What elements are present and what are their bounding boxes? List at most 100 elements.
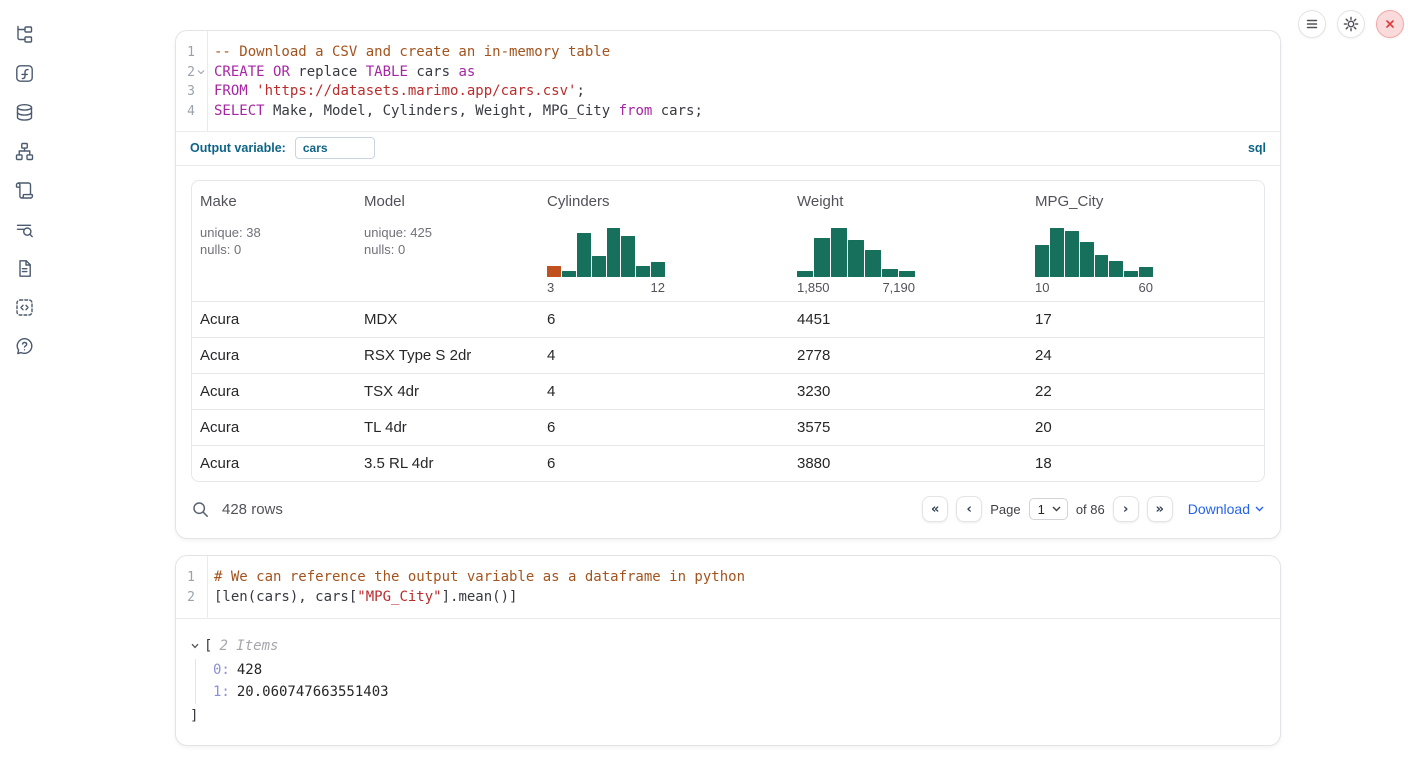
sidebar-item-functions[interactable] xyxy=(13,62,35,84)
settings-icon xyxy=(1342,15,1360,33)
fold-spacer xyxy=(197,568,205,588)
line-number: 1 xyxy=(176,43,195,63)
dependency-graph-icon xyxy=(15,142,34,161)
sidebar-item-documentation[interactable] xyxy=(13,257,35,279)
items-count-label: 2 Items xyxy=(219,636,278,657)
tree-entries: 0:4281:20.060747663551403 xyxy=(195,659,1266,704)
table-cell: Acura xyxy=(192,302,356,337)
row-count: 428 rows xyxy=(222,501,283,518)
table-body: AcuraMDX6445117AcuraRSX Type S 2dr427782… xyxy=(192,301,1264,481)
column-histogram[interactable]: 1,8507,190 xyxy=(797,225,915,295)
column-header-weight[interactable]: Weight1,8507,190 xyxy=(789,181,1027,301)
table-row[interactable]: AcuraRSX Type S 2dr4277824 xyxy=(192,337,1264,373)
table-cell: Acura xyxy=(192,338,356,373)
column-name: MPG_City xyxy=(1035,193,1256,210)
column-name: Cylinders xyxy=(547,193,781,210)
code-line[interactable]: 3FROM 'https://datasets.marimo.app/cars.… xyxy=(176,82,1280,102)
sidebar-item-help[interactable] xyxy=(13,335,35,357)
code-line[interactable]: 1-- Download a CSV and create an in-memo… xyxy=(176,43,1280,63)
column-header-model[interactable]: Modelunique: 425nulls: 0 xyxy=(356,181,539,301)
table-row[interactable]: AcuraTSX 4dr4323022 xyxy=(192,373,1264,409)
menu-icon xyxy=(1303,15,1321,33)
table-row[interactable]: Acura3.5 RL 4dr6388018 xyxy=(192,445,1264,481)
histogram-bar xyxy=(651,262,665,277)
pagination: « ‹ Page 1 of 86 › » xyxy=(922,496,1173,522)
line-number: 2 xyxy=(176,588,195,608)
sidebar-item-datasources[interactable] xyxy=(13,101,35,123)
histogram-bar xyxy=(607,228,621,277)
item-index: 1: xyxy=(213,684,230,700)
histogram-bar xyxy=(865,250,881,277)
language-badge[interactable]: sql xyxy=(1248,141,1266,155)
histogram-bar xyxy=(797,271,813,277)
table-footer: 428 rows « ‹ Page 1 of 86 › » Download xyxy=(176,482,1280,538)
open-bracket: [ xyxy=(204,636,212,657)
hist-max-label: 7,190 xyxy=(882,280,915,295)
download-button[interactable]: Download xyxy=(1188,501,1264,517)
column-header-mpg_city[interactable]: MPG_City 1060 xyxy=(1027,181,1264,301)
column-header-cylinders[interactable]: Cylinders 312 xyxy=(539,181,789,301)
table-cell: 3230 xyxy=(789,374,1027,409)
histogram-range: 1060 xyxy=(1035,280,1153,295)
table-cell: 18 xyxy=(1027,446,1264,481)
column-histogram[interactable]: 1060 xyxy=(1035,225,1153,295)
sidebar-item-snippets[interactable] xyxy=(13,296,35,318)
settings-button[interactable] xyxy=(1337,10,1365,38)
python-code-editor[interactable]: 1 # We can reference the output variable … xyxy=(176,556,1280,618)
sidebar-item-logs[interactable] xyxy=(13,179,35,201)
table-cell: 4451 xyxy=(789,302,1027,337)
next-page-button[interactable]: › xyxy=(1113,496,1139,522)
table-cell: TSX 4dr xyxy=(356,374,539,409)
last-page-button[interactable]: » xyxy=(1147,496,1173,522)
histogram-range: 1,8507,190 xyxy=(797,280,915,295)
table-cell: MDX xyxy=(356,302,539,337)
sidebar-item-search-list[interactable] xyxy=(13,218,35,240)
histogram-bar xyxy=(1050,228,1064,277)
close-icon xyxy=(1381,15,1399,33)
close-button[interactable] xyxy=(1376,10,1404,38)
chevron-down-icon xyxy=(1255,506,1264,512)
notebook-area: 1-- Download a CSV and create an in-memo… xyxy=(175,30,1281,762)
sidebar-item-file-tree[interactable] xyxy=(13,23,35,45)
histogram-bar xyxy=(562,271,576,277)
search-button[interactable] xyxy=(192,501,209,518)
list-output-tree: [ 2 Items 0:4281:20.060747663551403 ] xyxy=(190,636,1266,727)
table-cell: 6 xyxy=(539,302,789,337)
code-line[interactable]: 1 # We can reference the output variable … xyxy=(176,568,1280,588)
column-header-make[interactable]: Makeunique: 38nulls: 0 xyxy=(192,181,356,301)
output-variable-input[interactable] xyxy=(295,137,375,159)
page-label: Page xyxy=(990,502,1020,517)
functions-icon xyxy=(15,64,34,83)
first-page-button[interactable]: « xyxy=(922,496,948,522)
code-line[interactable]: 2CREATE OR replace TABLE cars as xyxy=(176,63,1280,83)
code-line[interactable]: 2[len(cars), cars["MPG_City"].mean()] xyxy=(176,588,1280,608)
code-text: # We can reference the output variable a… xyxy=(205,568,745,588)
column-histogram[interactable]: 312 xyxy=(547,225,665,295)
data-table: Makeunique: 38nulls: 0Modelunique: 425nu… xyxy=(191,180,1265,482)
fold-toggle-icon[interactable] xyxy=(197,63,205,83)
left-sidebar xyxy=(0,0,48,729)
line-number: 1 xyxy=(176,568,195,588)
page-select[interactable]: 1 xyxy=(1029,498,1068,520)
documentation-icon xyxy=(15,259,34,278)
table-cell: RSX Type S 2dr xyxy=(356,338,539,373)
sql-cell: 1-- Download a CSV and create an in-memo… xyxy=(175,30,1281,539)
collapse-toggle-icon[interactable] xyxy=(190,641,200,651)
table-row[interactable]: AcuraMDX6445117 xyxy=(192,301,1264,337)
table-row[interactable]: AcuraTL 4dr6357520 xyxy=(192,409,1264,445)
histogram-bar xyxy=(1080,242,1094,277)
code-line[interactable]: 4SELECT Make, Model, Cylinders, Weight, … xyxy=(176,102,1280,122)
prev-page-button[interactable]: ‹ xyxy=(956,496,982,522)
table-cell: 17 xyxy=(1027,302,1264,337)
table-cell: 3.5 RL 4dr xyxy=(356,446,539,481)
python-cell-output: [ 2 Items 0:4281:20.060747663551403 ] xyxy=(176,619,1280,745)
file-tree-icon xyxy=(15,25,34,44)
chevron-down-icon xyxy=(1052,506,1061,512)
sql-code-editor[interactable]: 1-- Download a CSV and create an in-memo… xyxy=(176,31,1280,132)
menu-button[interactable] xyxy=(1298,10,1326,38)
stat-line: nulls: 0 xyxy=(200,241,348,258)
table-cell: 2778 xyxy=(789,338,1027,373)
fold-spacer xyxy=(197,588,205,608)
logs-icon xyxy=(15,181,34,200)
sidebar-item-dependency-graph[interactable] xyxy=(13,140,35,162)
